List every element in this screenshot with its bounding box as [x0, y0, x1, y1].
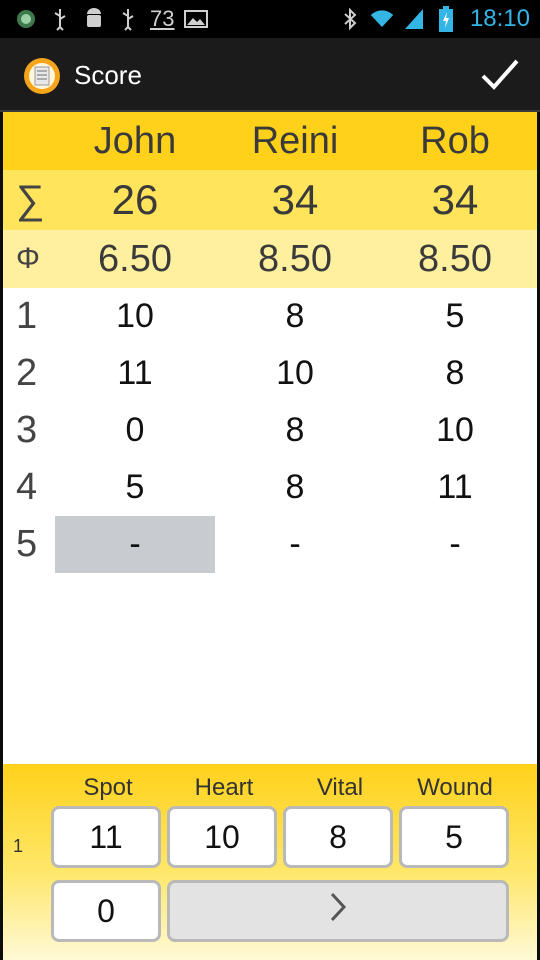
player-sum: 26	[111, 176, 159, 223]
round-number: 3	[16, 409, 38, 451]
score-row: 3 0 8 10	[3, 402, 537, 459]
sum-symbol: ∑	[16, 177, 45, 222]
score-cell[interactable]: -	[215, 525, 375, 564]
score-row: 4 5 8 11	[3, 459, 537, 516]
usb-icon	[116, 6, 140, 32]
score-cell[interactable]: 5	[55, 468, 215, 507]
score-cell[interactable]: 0	[55, 411, 215, 450]
entry-row-number: 1	[13, 836, 24, 856]
score-row: 2 11 10 8	[3, 345, 537, 402]
score-cell[interactable]: 8	[375, 354, 535, 393]
score-cell[interactable]: -	[375, 525, 535, 564]
score-cell[interactable]: 10	[55, 297, 215, 336]
status-bar: 73 18:10	[0, 0, 540, 38]
vital-key[interactable]: 8	[283, 806, 393, 868]
heart-key[interactable]: 10	[167, 806, 277, 868]
score-cell[interactable]: 5	[375, 297, 535, 336]
round-number: 2	[16, 352, 38, 394]
score-entry-panel: Spot Heart Vital Wound 1 11 10 8 5 0	[3, 764, 537, 960]
chevron-right-icon	[327, 891, 349, 931]
round-number: 5	[16, 523, 38, 565]
screen-title: Score	[74, 60, 142, 90]
wifi-icon	[370, 6, 394, 32]
round-number: 1	[16, 295, 38, 337]
player-header-row: John Reini Rob	[3, 112, 537, 170]
score-row: 5 - - -	[3, 516, 537, 573]
score-cell[interactable]: 8	[215, 297, 375, 336]
score-table: John Reini Rob ∑ 26 34 34 Φ 6.50 8.50 8.…	[3, 112, 537, 960]
spot-label: Spot	[83, 774, 133, 801]
player-average: 6.50	[98, 237, 172, 280]
round-number: 4	[16, 466, 38, 508]
vital-label: Vital	[316, 774, 364, 801]
selected-score-cell[interactable]: -	[55, 516, 215, 573]
score-cell[interactable]: 11	[375, 468, 535, 507]
wound-key[interactable]: 5	[399, 806, 509, 868]
score-cell[interactable]: 8	[215, 468, 375, 507]
average-row: Φ 6.50 8.50 8.50	[3, 230, 537, 288]
player-name: John	[93, 119, 177, 162]
sum-row: ∑ 26 34 34	[3, 170, 537, 230]
checkmark-icon[interactable]	[478, 52, 522, 96]
spot-key[interactable]: 11	[51, 806, 161, 868]
usb-icon	[48, 6, 72, 32]
heart-label: Heart	[194, 774, 254, 801]
action-bar: Score	[0, 38, 540, 112]
player-sum: 34	[431, 176, 479, 223]
cell-signal-icon	[402, 6, 426, 32]
battery-charging-icon	[434, 6, 458, 32]
score-cell[interactable]: 10	[375, 411, 535, 450]
image-icon	[184, 6, 209, 32]
app-logo-icon[interactable]	[22, 56, 62, 96]
player-name: Rob	[420, 119, 490, 162]
android-debug-icon	[82, 6, 106, 32]
player-sum: 34	[271, 176, 319, 223]
notification-count: 73	[150, 6, 175, 31]
player-average: 8.50	[418, 237, 492, 280]
player-average: 8.50	[258, 237, 332, 280]
wound-label: Wound	[417, 774, 493, 801]
next-button[interactable]	[167, 880, 509, 942]
score-cell[interactable]: 10	[215, 354, 375, 393]
bluetooth-icon	[338, 6, 362, 32]
player-name: Reini	[251, 119, 339, 162]
app-notification-icon	[14, 6, 38, 32]
score-cell[interactable]: 11	[55, 354, 215, 393]
status-time: 18:10	[469, 5, 530, 32]
score-cell[interactable]: 8	[215, 411, 375, 450]
zero-key[interactable]: 0	[51, 880, 161, 942]
score-row: 1 10 8 5	[3, 288, 537, 345]
average-symbol: Φ	[16, 242, 40, 275]
